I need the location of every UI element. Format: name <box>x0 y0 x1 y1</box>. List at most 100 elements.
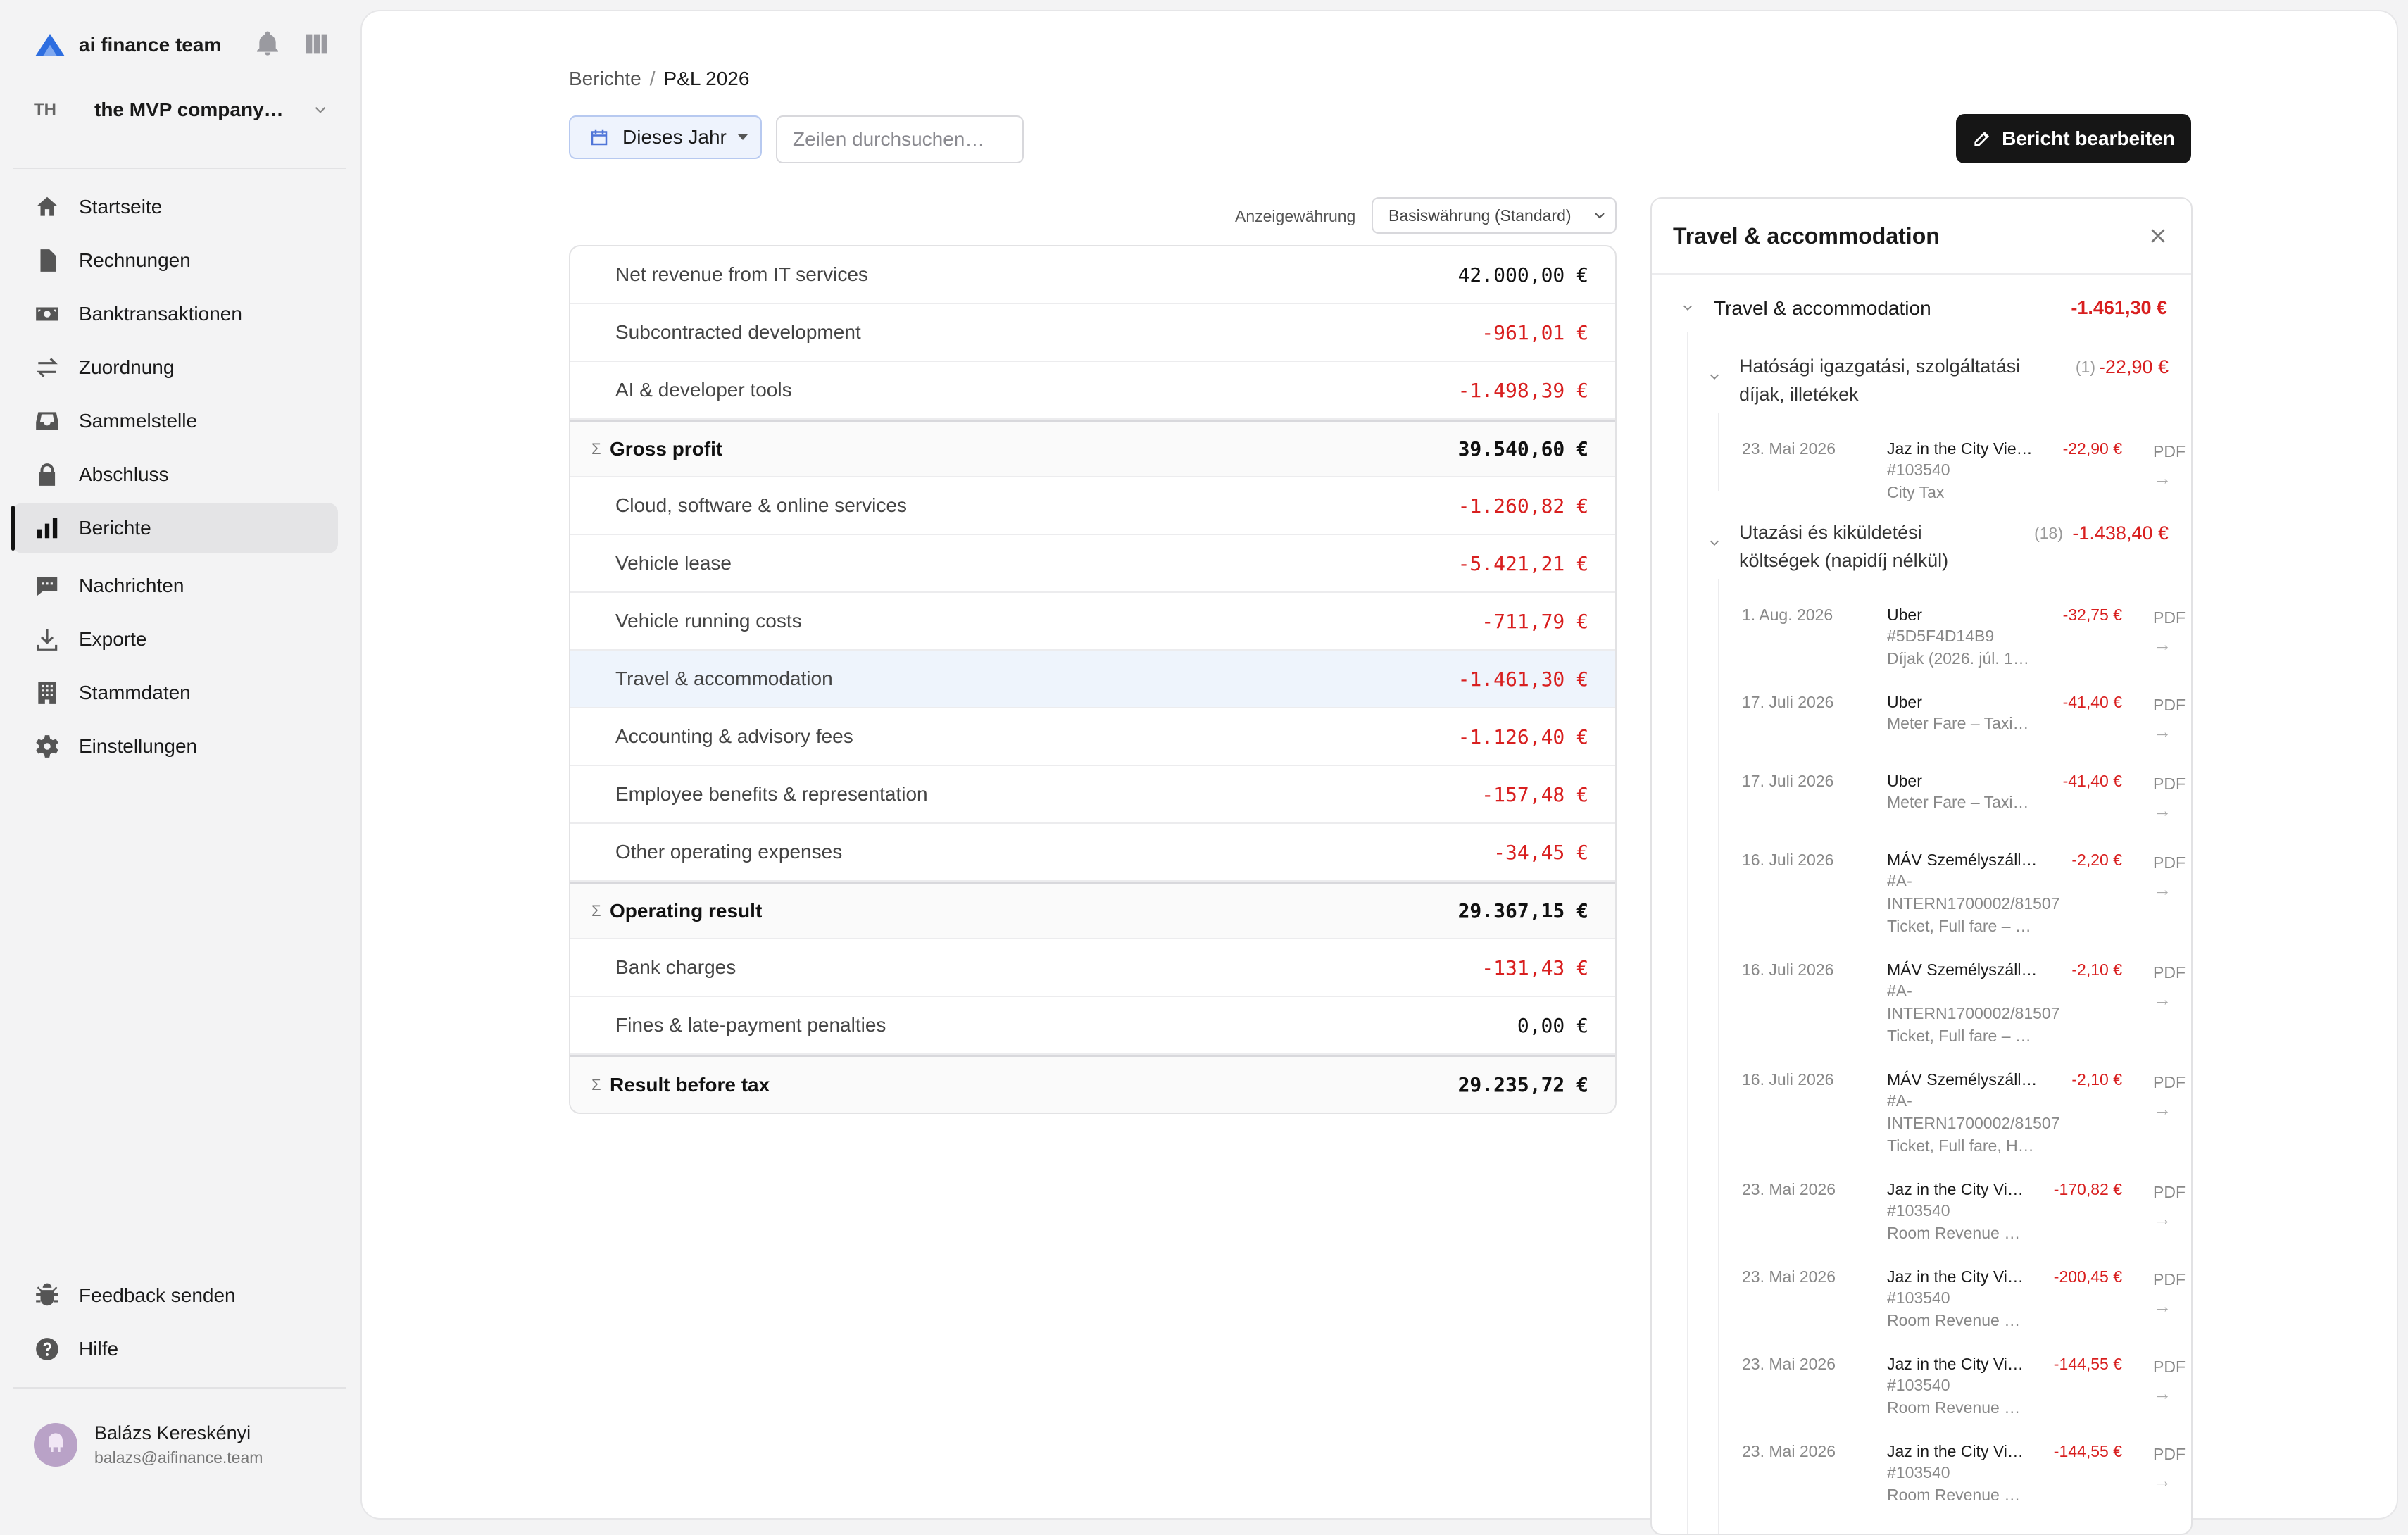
detail-title: Travel & accommodation <box>1673 223 1940 249</box>
company-switcher[interactable]: TH the MVP company… <box>34 90 330 130</box>
table-row-selected[interactable]: Travel & accommodation -1.461,30 € <box>570 651 1615 708</box>
columns-icon[interactable] <box>303 30 331 58</box>
row-label: Cloud, software & online services <box>615 494 907 516</box>
nav-item-sammelstelle[interactable]: Sammelstelle <box>13 396 338 446</box>
chevron-down-icon <box>315 106 326 113</box>
close-icon[interactable] <box>2146 224 2170 248</box>
table-row[interactable]: Other operating expenses -34,45 € <box>570 824 1615 882</box>
breadcrumb-parent[interactable]: Berichte <box>569 68 641 89</box>
table-row[interactable]: Employee benefits & representation -157,4… <box>570 766 1615 824</box>
period-dropdown[interactable]: Dieses Jahr <box>569 115 762 159</box>
arrow-right-icon[interactable]: → <box>2153 1098 2171 1120</box>
arrow-right-icon[interactable]: → <box>2153 468 2171 489</box>
bar-chart-icon <box>37 518 58 539</box>
nav-label: Stammdaten <box>79 682 191 703</box>
tx-date: 23. Mai 2026 <box>1742 439 1836 458</box>
bottom-nav: Feedback senden Hilfe <box>13 1270 338 1377</box>
arrow-right-icon[interactable]: → <box>2153 721 2171 743</box>
row-value: 42.000,00 € <box>1457 263 1588 287</box>
nav-item-nachrichten[interactable]: Nachrichten <box>13 560 338 611</box>
nav-item-zuordnung[interactable]: Zuordnung <box>13 342 338 393</box>
pdf-link[interactable]: PDF <box>2153 1358 2186 1377</box>
tx-date: 16. Juli 2026 <box>1742 851 1834 869</box>
row-value: 0,00 € <box>1517 1013 1588 1037</box>
tx-line: City Tax <box>1887 483 1945 501</box>
calendar-icon <box>591 129 608 146</box>
row-label: Net revenue from IT services <box>615 263 868 285</box>
tx-line: INTERN1700002/81507 <box>1887 1004 2060 1022</box>
pdf-link[interactable]: PDF <box>2153 853 2186 872</box>
nav-label: Zuordnung <box>79 356 175 378</box>
arrow-right-icon[interactable]: → <box>2153 1296 2171 1317</box>
pdf-link[interactable]: PDF <box>2153 442 2186 461</box>
nav-item-banktransaktionen[interactable]: Banktransaktionen <box>13 289 338 339</box>
table-row[interactable]: Subcontracted development -961,01 € <box>570 304 1615 362</box>
edit-report-button[interactable]: Bericht bearbeiten <box>1956 114 2191 163</box>
table-row[interactable]: Bank charges -131,43 € <box>570 939 1615 997</box>
row-search-input[interactable] <box>776 115 1024 163</box>
currency-select[interactable]: Basiswährung (Standard) <box>1372 197 1617 234</box>
home-icon <box>37 196 58 216</box>
nav-item-berichte[interactable]: Berichte <box>11 503 338 553</box>
chevron-down-icon <box>1595 213 1605 219</box>
table-row[interactable]: Accounting & advisory fees -1.126,40 € <box>570 708 1615 766</box>
tx-title: Uber <box>1887 772 1922 790</box>
tx-amount: -170,82 € <box>2053 1180 2122 1198</box>
avatar <box>34 1423 77 1467</box>
user-profile[interactable]: Balázs Kereskényi balazs@aifinance.team <box>34 1422 263 1467</box>
elephant-icon <box>49 1433 63 1452</box>
subtotal-label: Operating result <box>610 899 763 922</box>
tx-amount: -41,40 € <box>2062 693 2122 711</box>
pdf-link[interactable]: PDF <box>2153 963 2186 982</box>
nav-label: Startseite <box>79 196 163 218</box>
table-row[interactable]: Vehicle running costs -711,79 € <box>570 593 1615 651</box>
arrow-right-icon[interactable]: → <box>2153 989 2171 1010</box>
table-row[interactable]: AI & developer tools -1.498,39 € <box>570 362 1615 420</box>
pdf-link[interactable]: PDF <box>2153 608 2186 627</box>
feedback-button[interactable]: Feedback senden <box>13 1270 338 1321</box>
tx-line: Room Revenue … <box>1887 1486 2021 1504</box>
chevron-down-icon <box>1710 540 1719 546</box>
bell-icon[interactable] <box>253 30 282 58</box>
nav-item-startseite[interactable]: Startseite <box>13 182 338 232</box>
arrow-right-icon[interactable]: → <box>2153 1470 2171 1492</box>
tx-amount: -144,55 € <box>2053 1355 2122 1373</box>
lock-icon <box>39 463 56 486</box>
arrow-right-icon[interactable]: → <box>2153 634 2171 656</box>
nav-item-einstellungen[interactable]: Einstellungen <box>13 721 338 772</box>
table-row[interactable]: Fines & late-payment penalties 0,00 € <box>570 997 1615 1055</box>
nav-label: Feedback senden <box>79 1284 236 1306</box>
nav-item-exporte[interactable]: Exporte <box>13 614 338 665</box>
tx-line: Room Revenue … <box>1887 1224 2021 1242</box>
tx-line: #A- <box>1887 872 1912 890</box>
pdf-link[interactable]: PDF <box>2153 696 2186 715</box>
tx-line: Díjak (2026. júl. 1… <box>1887 649 2029 668</box>
arrow-right-icon[interactable]: → <box>2153 1383 2171 1405</box>
arrow-right-icon[interactable]: → <box>2153 800 2171 822</box>
banknote-icon <box>36 307 58 321</box>
nav-label: Exporte <box>79 628 147 650</box>
workspace-switcher[interactable]: ai finance team <box>34 28 221 62</box>
row-label: Bank charges <box>615 956 736 978</box>
table-row[interactable]: Net revenue from IT services 42.000,00 € <box>570 246 1615 304</box>
arrow-right-icon[interactable]: → <box>2153 879 2171 901</box>
table-row[interactable]: Vehicle lease -5.421,21 € <box>570 535 1615 593</box>
table-row[interactable]: Cloud, software & online services -1.260,… <box>570 477 1615 535</box>
nav-item-rechnungen[interactable]: Rechnungen <box>13 235 338 286</box>
chat-icon <box>37 577 58 596</box>
help-button[interactable]: Hilfe <box>13 1324 338 1374</box>
nav-item-stammdaten[interactable]: Stammdaten <box>13 668 338 718</box>
pdf-link[interactable]: PDF <box>2153 1183 2186 1202</box>
pdf-link[interactable]: PDF <box>2153 775 2186 794</box>
main-panel: Berichte / P&L 2026 Dieses Jahr Bericht be… <box>360 10 2398 1535</box>
pdf-link[interactable]: PDF <box>2153 1270 2186 1289</box>
arrow-right-icon[interactable]: → <box>2153 1208 2171 1230</box>
row-label: AI & developer tools <box>615 379 792 401</box>
pdf-link[interactable]: PDF <box>2153 1073 2186 1092</box>
pdf-link[interactable]: PDF <box>2153 1445 2186 1464</box>
tx-title: Jaz in the City Vi… <box>1887 1180 2024 1198</box>
nav-label: Einstellungen <box>79 735 198 757</box>
tx-amount: -32,75 € <box>2062 606 2122 624</box>
tx-date: 17. Juli 2026 <box>1742 693 1834 711</box>
nav-item-abschluss[interactable]: Abschluss <box>13 449 338 500</box>
